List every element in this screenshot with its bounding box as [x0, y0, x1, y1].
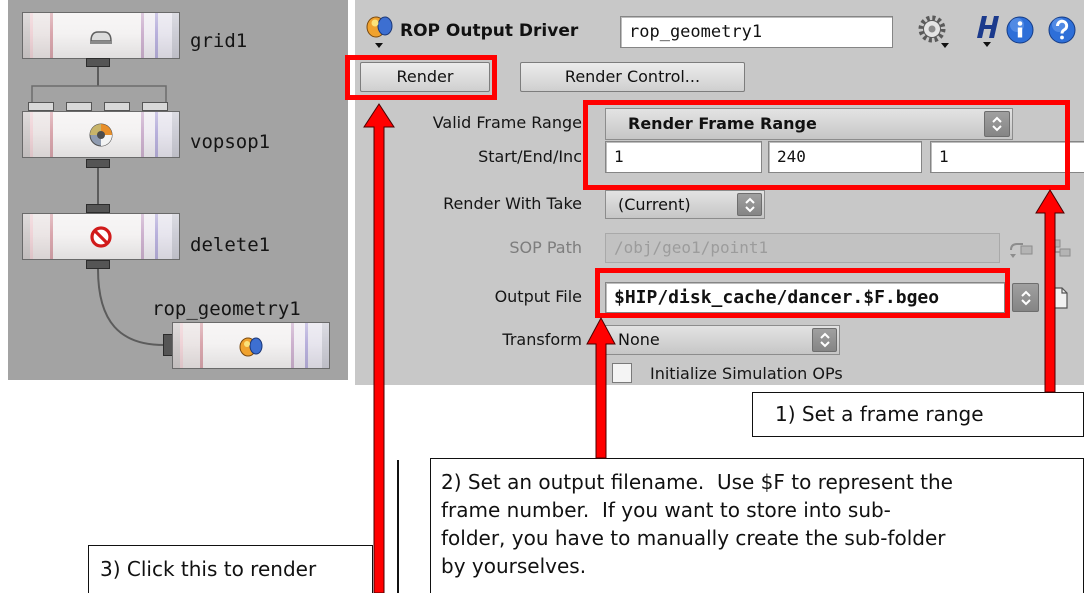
arrow-to-frame-range: [1035, 189, 1065, 393]
arrow-to-render-button: [363, 103, 395, 593]
arrow-to-output-file: [586, 316, 616, 459]
annotation-arrows: [363, 103, 1065, 593]
tutorial-figure: grid1 vopsop1 delete1 rop_geometry1 ROP …: [0, 0, 1084, 593]
